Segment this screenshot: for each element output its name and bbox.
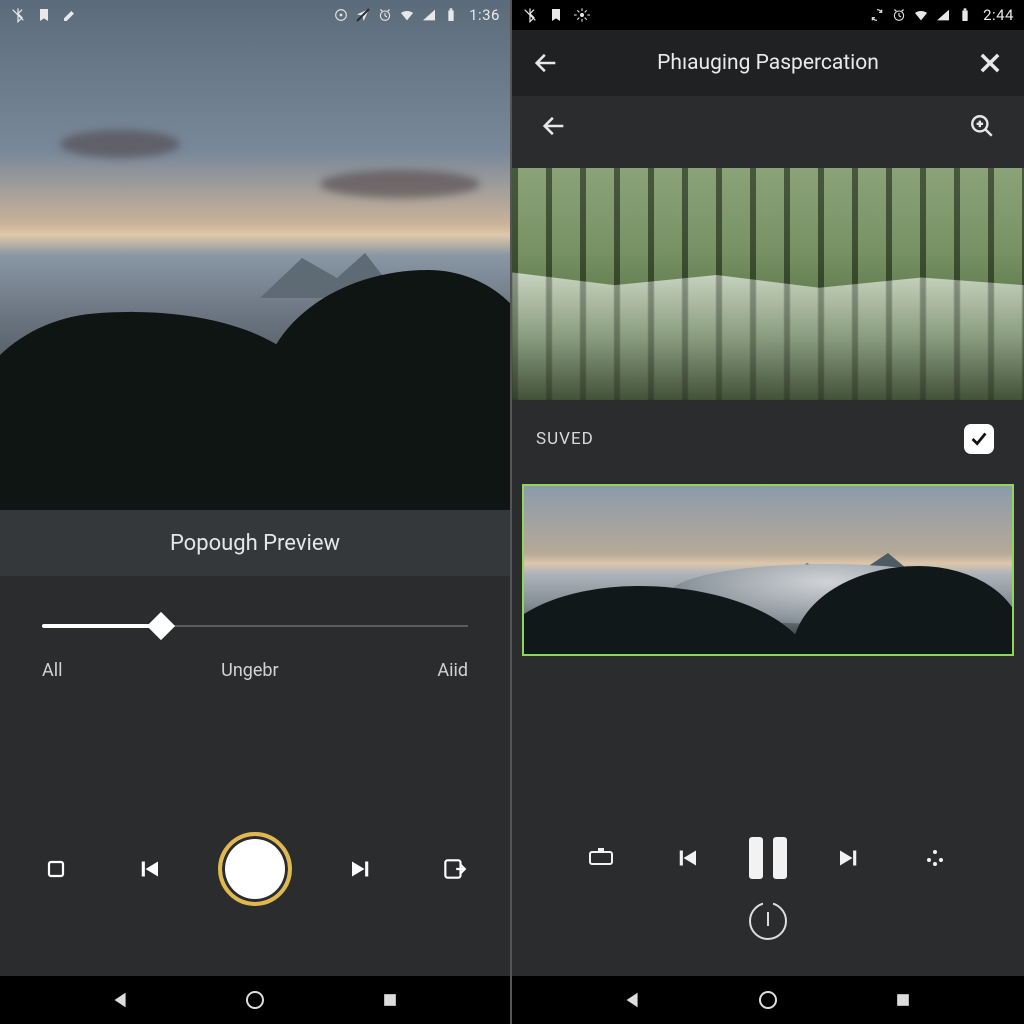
slider-label-mid: Ungebr [221, 660, 278, 681]
sub-back-button[interactable] [534, 106, 574, 146]
wifi-icon [399, 7, 415, 23]
screen-right: 2:44 Phıauging Paspercation [512, 0, 1024, 1024]
export-button[interactable] [432, 847, 476, 891]
nav-back-button[interactable] [107, 986, 135, 1014]
image-selected[interactable] [522, 484, 1014, 656]
zoom-button[interactable] [962, 106, 1002, 146]
status-left [522, 7, 590, 23]
saved-row: SUVED [512, 400, 1024, 478]
bluetooth-off-icon [522, 7, 538, 23]
target-icon [333, 7, 349, 23]
next-button[interactable] [340, 847, 384, 891]
pause-button[interactable] [749, 837, 787, 879]
status-bar: 1:36 [0, 0, 510, 30]
status-right: 2:44 [869, 6, 1014, 24]
preview-slider[interactable] [42, 616, 468, 636]
bottom-panel: Popough Preview All Ungebr Aiid [0, 510, 510, 976]
nav-recent-button[interactable] [889, 986, 917, 1014]
status-right: 1:36 [333, 6, 500, 24]
nav-back-button[interactable] [619, 986, 647, 1014]
screen-left: 1:36 Popough Preview All Ungebr Aiid [0, 0, 512, 1024]
nav-off-icon [355, 7, 371, 23]
cell-signal-icon [935, 7, 951, 23]
bluetooth-off-icon [10, 7, 26, 23]
settings-icon [574, 7, 590, 23]
nav-home-button[interactable] [754, 986, 782, 1014]
more-button[interactable] [913, 836, 957, 880]
image-forest[interactable] [512, 168, 1024, 400]
status-bar: 2:44 [512, 0, 1024, 30]
slider-labels: All Ungebr Aiid [0, 644, 510, 681]
alarm-icon [377, 7, 393, 23]
battery-icon [957, 7, 973, 23]
slider-label-end: Aiid [437, 660, 468, 681]
preview-image [0, 0, 510, 510]
bookmark-icon [36, 7, 52, 23]
controls-row [0, 832, 510, 906]
wifi-icon [913, 7, 929, 23]
cell-signal-icon [421, 7, 437, 23]
android-nav-bar [0, 976, 510, 1024]
status-clock: 1:36 [469, 6, 500, 24]
status-clock: 2:44 [983, 6, 1014, 24]
previous-button[interactable] [126, 847, 170, 891]
saved-checkbox[interactable] [964, 424, 994, 454]
app-bar: Phıauging Paspercation [512, 30, 1024, 96]
slider-label-start: All [42, 660, 63, 681]
saved-label: SUVED [536, 429, 594, 449]
stop-button[interactable] [34, 847, 78, 891]
shutter-button[interactable] [218, 832, 292, 906]
battery-icon [443, 7, 459, 23]
bookmark-icon [548, 7, 564, 23]
sub-bar [512, 96, 1024, 156]
aspect-button[interactable] [579, 836, 623, 880]
app-bar-title: Phıauging Paspercation [566, 51, 970, 75]
nav-recent-button[interactable] [376, 986, 404, 1014]
nav-home-button[interactable] [241, 986, 269, 1014]
close-button[interactable] [970, 43, 1010, 83]
panel-title: Popough Preview [0, 510, 510, 576]
content-area: SUVED [512, 156, 1024, 976]
sync-icon [869, 7, 885, 23]
power-button[interactable] [749, 902, 787, 940]
alarm-icon [891, 7, 907, 23]
playback-controls [512, 836, 1024, 880]
previous-button[interactable] [664, 836, 708, 880]
status-left [10, 7, 78, 23]
android-nav-bar [512, 976, 1024, 1024]
next-button[interactable] [828, 836, 872, 880]
back-button[interactable] [526, 43, 566, 83]
compose-icon [62, 7, 78, 23]
